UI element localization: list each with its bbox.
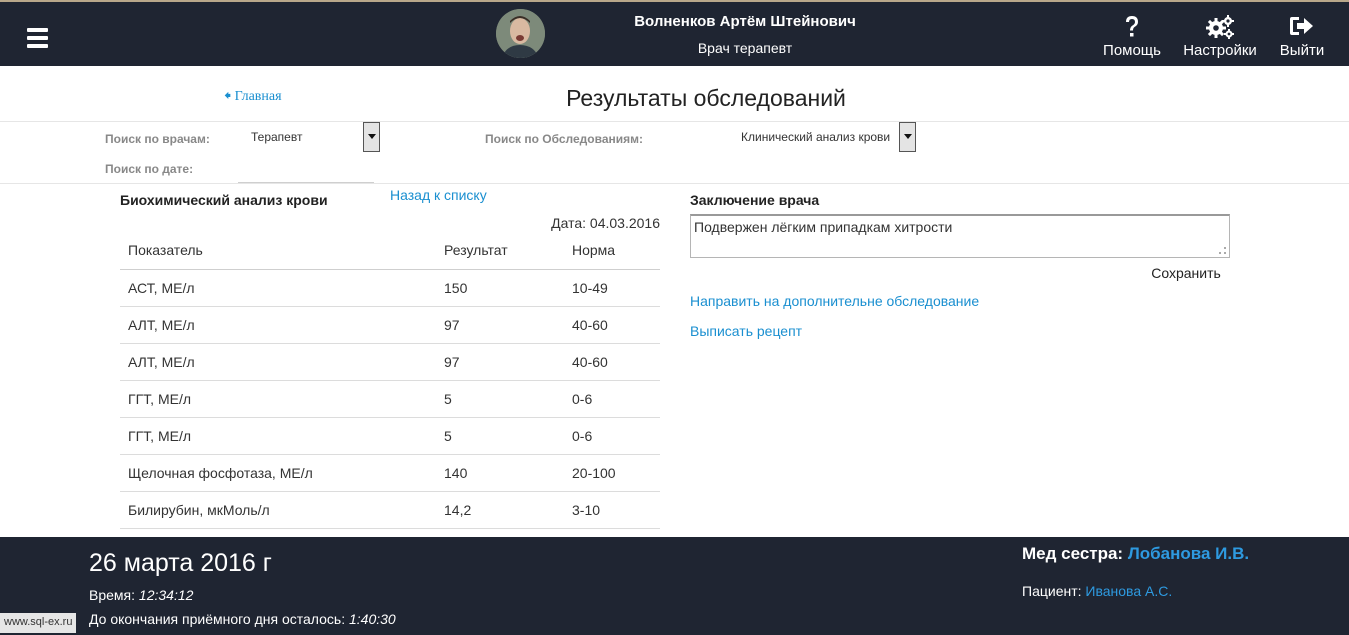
indicator-cell: АЛТ, МЕ/л [120,343,436,381]
result-cell: 150 [436,269,564,307]
filters-panel: Поиск по врачам: Терапевт Поиск по Обсле… [0,122,1349,184]
resize-grip-icon[interactable] [1219,247,1226,254]
result-cell: 14,2 [436,491,564,529]
table-row: ГГТ, МЕ/л 5 0-6 [120,380,660,418]
nurse-name[interactable]: Лобанова И.В. [1128,544,1249,563]
indicator-cell: Билирубин, мкМоль/л [120,491,436,529]
doctor-select-value: Терапевт [251,130,303,144]
user-name: Волненков Артём Штейнович [634,13,856,30]
page-title: Результаты обследований [566,85,846,111]
date-filter-label: Поиск по дате: [105,162,194,176]
patient-label: Пациент: [1022,583,1082,599]
help-label: Помощь [1103,42,1161,59]
norm-cell: 40-60 [564,306,660,344]
norm-cell: 3-10 [564,491,660,529]
table-row: АСТ, МЕ/л 150 10-49 [120,269,660,307]
gears-icon [1206,15,1234,39]
chevron-down-icon[interactable] [899,122,916,152]
table-row: Билирубин, мкМоль/л 14,2 3-10 [120,491,660,529]
patient-name[interactable]: Иванова А.С. [1085,583,1172,599]
table-row: АЛТ, МЕ/л 97 40-60 [120,343,660,381]
help-button[interactable]: Помощь [1100,14,1164,59]
table-row: Щелочная фосфотаза, МЕ/л 140 20-100 [120,454,660,492]
result-cell: 140 [436,454,564,492]
title-row: 🠸 Главная Результаты обследований [0,66,1349,122]
indicator-cell: ГГТ, МЕ/л [120,417,436,455]
conclusion-text: Подвержен лёгким припадкам хитрости [694,219,953,235]
user-role: Врач терапевт [697,40,793,56]
result-cell: 97 [436,306,564,344]
norm-cell: 0-6 [564,417,660,455]
settings-button[interactable]: Настройки [1181,14,1259,59]
exam-filter-label: Поиск по Обследованиям: [485,132,643,146]
refer-exam-link[interactable]: Направить на дополнительне обследование [690,293,979,309]
column-header: Результат [436,232,564,270]
doctor-filter-label: Поиск по врачам: [105,132,210,146]
results-table: Показатель Результат Норма АСТ, МЕ/л 150… [120,232,660,529]
analysis-date: Дата: 04.03.2016 [551,215,660,231]
table-header-row: Показатель Результат Норма [120,232,660,270]
conclusion-textarea[interactable]: Подвержен лёгким припадкам хитрости [690,214,1230,258]
chevron-down-icon[interactable] [363,122,380,152]
back-to-list-link[interactable]: Назад к списку [390,187,487,203]
remaining-value: 1:40:30 [348,611,396,627]
column-header: Показатель [120,232,436,270]
footer-remaining: До окончания приёмного дня осталось: 1:4… [89,611,396,627]
exam-select-value: Клинический анализ крови [741,130,891,144]
footer-patient: Пациент: Иванова А.С. [1022,583,1172,599]
table-row: АЛТ, МЕ/л 97 40-60 [120,306,660,344]
doctor-select[interactable]: Терапевт [245,122,380,152]
norm-cell: 20-100 [564,454,660,492]
column-header: Норма [564,232,660,270]
avatar [496,9,545,58]
footer-nurse: Мед сестра: Лобанова И.В. [1022,544,1249,564]
settings-label: Настройки [1183,42,1257,59]
footer-time: Время: 12:34:12 [89,587,193,603]
indicator-cell: Щелочная фосфотаза, МЕ/л [120,454,436,492]
logout-label: Выйти [1279,42,1325,59]
avatar-image [496,9,545,58]
save-button[interactable]: Сохранить [1140,265,1232,281]
time-label: Время: [89,587,136,603]
top-bar: Волненков Артём Штейнович Врач терапевт … [0,0,1349,66]
prescription-link[interactable]: Выписать рецепт [690,323,802,339]
result-cell: 97 [436,343,564,381]
watermark: www.sql-ex.ru [0,613,77,633]
conclusion-title: Заключение врача [690,192,820,208]
footer-date: 26 марта 2016 г [89,549,272,577]
nurse-label: Мед сестра: [1022,544,1124,563]
indicator-cell: АСТ, МЕ/л [120,269,436,307]
sign-out-icon [1290,17,1313,35]
result-cell: 5 [436,417,564,455]
remaining-label: До окончания приёмного дня осталось: [89,611,346,627]
question-icon [1126,16,1138,37]
indicator-cell: ГГТ, МЕ/л [120,380,436,418]
norm-cell: 0-6 [564,380,660,418]
date-filter-input[interactable] [238,158,374,183]
time-value: 12:34:12 [138,587,194,603]
exam-select[interactable]: Клинический анализ крови [735,122,916,152]
footer-bar: 26 марта 2016 г Время: 12:34:12 До оконч… [0,537,1349,635]
norm-cell: 40-60 [564,343,660,381]
result-cell: 5 [436,380,564,418]
norm-cell: 10-49 [564,269,660,307]
table-row: ГГТ, МЕ/л 5 0-6 [120,417,660,455]
logout-button[interactable]: Выйти [1272,14,1332,59]
analysis-title: Биохимический анализ крови [120,192,328,208]
indicator-cell: АЛТ, МЕ/л [120,306,436,344]
hamburger-icon[interactable] [27,28,48,52]
